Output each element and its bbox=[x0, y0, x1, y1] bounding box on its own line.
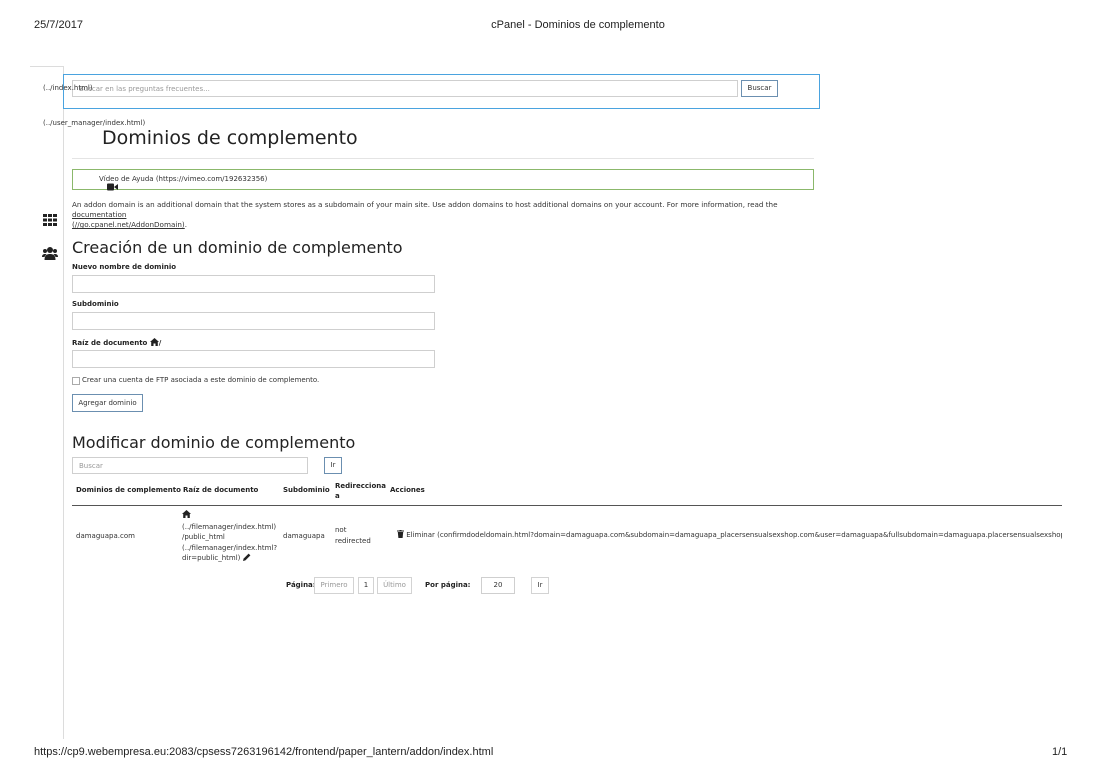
docroot-input[interactable] bbox=[72, 350, 435, 368]
docroot-line-1[interactable]: (../filemanager/index.html) bbox=[182, 522, 278, 533]
per-page-label: Por página: bbox=[425, 581, 471, 589]
new-domain-label: Nuevo nombre de dominio bbox=[72, 263, 177, 271]
print-title: cPanel - Dominios de complemento bbox=[491, 19, 665, 31]
ftp-checkbox[interactable] bbox=[72, 377, 80, 385]
table-search-input[interactable]: Buscar bbox=[72, 457, 308, 474]
subdomain-label: Subdominio bbox=[72, 300, 119, 308]
help-video-link[interactable]: Vídeo de Ayuda (https://vimeo.com/192632… bbox=[99, 175, 267, 183]
row-domain: damaguapa.com bbox=[76, 532, 135, 540]
title-rule bbox=[72, 158, 814, 159]
pagination-first[interactable]: Primero bbox=[314, 577, 354, 594]
col-header-redirect[interactable]: Redirecciona a bbox=[335, 481, 386, 501]
docroot-suffix: / bbox=[158, 339, 162, 347]
apps-grid-icon[interactable] bbox=[43, 211, 57, 226]
modify-heading: Modificar dominio de complemento bbox=[72, 433, 356, 452]
page-title: Dominios de complemento bbox=[102, 127, 358, 149]
sidebar-divider bbox=[63, 66, 64, 739]
row-docroot[interactable]: (../filemanager/index.html) /public_html… bbox=[182, 510, 278, 565]
new-domain-input[interactable] bbox=[72, 275, 435, 293]
pagination-go-button[interactable]: Ir bbox=[531, 577, 549, 594]
home-link[interactable]: (../index.html) bbox=[43, 84, 93, 92]
print-page-number: 1/1 bbox=[1052, 746, 1068, 758]
documentation-url[interactable]: (//go.cpanel.net/AddonDomain) bbox=[72, 220, 185, 229]
row-actions[interactable]: Eliminar (confirmdodeldomain.html?domain… bbox=[397, 530, 1062, 542]
home-icon bbox=[182, 510, 278, 522]
faq-search-bar: Buscar en las preguntas frecuentes... Bu… bbox=[63, 74, 820, 109]
row-subdomain: damaguapa bbox=[283, 532, 325, 540]
ftp-checkbox-label: Crear una cuenta de FTP asociada a este … bbox=[82, 376, 320, 384]
docroot-line-4[interactable]: dir=public_html) bbox=[182, 554, 240, 562]
trash-icon[interactable] bbox=[397, 530, 404, 542]
faq-search-button[interactable]: Buscar bbox=[741, 80, 778, 97]
add-domain-button[interactable]: Agregar dominio bbox=[72, 394, 143, 412]
pagination-label: Página: bbox=[286, 581, 316, 589]
table-header-rule bbox=[72, 505, 1062, 506]
col-header-domain[interactable]: Dominios de complemento bbox=[76, 486, 181, 494]
home-icon bbox=[149, 338, 159, 348]
description-text: An addon domain is an additional domain … bbox=[72, 200, 814, 230]
pagination-last[interactable]: Último bbox=[377, 577, 412, 594]
documentation-link[interactable]: documentation bbox=[72, 210, 126, 219]
table-search-go-button[interactable]: Ir bbox=[324, 457, 342, 474]
create-heading: Creación de un dominio de complemento bbox=[72, 238, 403, 257]
col-header-actions: Acciones bbox=[390, 486, 425, 494]
description-body: An addon domain is an additional domain … bbox=[72, 200, 778, 209]
faq-search-input[interactable]: Buscar en las preguntas frecuentes... bbox=[72, 80, 738, 97]
user-manager-link[interactable]: (../user_manager/index.html) bbox=[43, 119, 145, 127]
sidebar-top-rule bbox=[30, 66, 63, 67]
col-header-docroot[interactable]: Raíz de documento bbox=[183, 486, 258, 494]
col-header-subdomain[interactable]: Subdominio bbox=[283, 486, 330, 494]
pencil-icon[interactable] bbox=[242, 553, 251, 565]
docroot-line-2: /public_html bbox=[182, 533, 225, 541]
print-url: https://cp9.webempresa.eu:2083/cpsess726… bbox=[34, 746, 494, 758]
description-end: . bbox=[184, 220, 188, 229]
subdomain-input[interactable] bbox=[72, 312, 435, 330]
docroot-line-3[interactable]: (../filemanager/index.html? bbox=[182, 543, 278, 554]
delete-link[interactable]: Eliminar (confirmdodeldomain.html?domain… bbox=[406, 531, 1062, 539]
help-video-box[interactable]: Vídeo de Ayuda (https://vimeo.com/192632… bbox=[72, 169, 814, 191]
row-redirect: not redirected bbox=[335, 526, 371, 545]
per-page-select[interactable]: 20 bbox=[481, 577, 515, 594]
pagination-current[interactable]: 1 bbox=[358, 577, 374, 594]
docroot-label: Raíz de documento / bbox=[72, 338, 161, 348]
docroot-label-text: Raíz de documento bbox=[72, 339, 148, 347]
users-icon[interactable] bbox=[42, 245, 58, 260]
